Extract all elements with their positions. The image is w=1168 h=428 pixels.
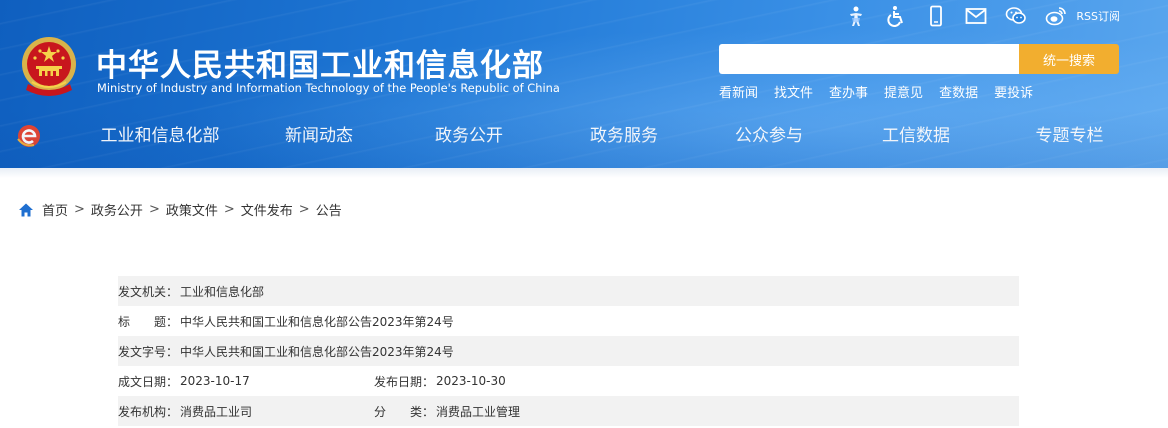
breadcrumb-announcement[interactable]: 公告	[316, 200, 342, 219]
info-row-dates: 成文日期： 2023-10-17 发布日期： 2023-10-30	[118, 366, 1019, 396]
document-info-table: 发文机关： 工业和信息化部 标 题： 中华人民共和国工业和信息化部公告2023年…	[118, 276, 1019, 426]
mail-icon[interactable]	[964, 4, 988, 28]
wheelchair-icon[interactable]	[884, 4, 908, 28]
quick-link-complaint[interactable]: 要投诉	[994, 82, 1033, 101]
nav-item-ministry[interactable]: 工业和信息化部	[60, 117, 260, 155]
issuer-value: 工业和信息化部	[180, 284, 265, 299]
main-navigation: 工业和信息化部 新闻动态 政务公开 政务服务 公众参与 工信数据 专题专栏	[60, 117, 1160, 155]
site-header: 中华人民共和国工业和信息化部 Ministry of Industry and …	[0, 0, 1168, 168]
created-date-value: 2023-10-17	[180, 374, 250, 388]
created-date-label: 成文日期：	[118, 374, 179, 389]
quick-link-feedback[interactable]: 提意见	[884, 82, 923, 101]
breadcrumb-separator: >	[298, 202, 310, 217]
nav-item-news[interactable]: 新闻动态	[260, 117, 378, 155]
published-date-label: 发布日期：	[374, 374, 435, 389]
mobile-phone-icon[interactable]	[924, 4, 948, 28]
breadcrumb-home[interactable]: 首页	[42, 200, 68, 219]
nav-item-special-topics[interactable]: 专题专栏	[982, 117, 1157, 155]
wechat-icon[interactable]	[1004, 4, 1028, 28]
e-government-logo-icon[interactable]	[16, 123, 42, 149]
quick-links: 看新闻 找文件 查办事 提意见 查数据 要投诉	[719, 82, 1033, 101]
breadcrumb: 首页 > 政务公开 > 政策文件 > 文件发布 > 公告	[18, 200, 342, 219]
header-shadow	[0, 168, 1168, 178]
breadcrumb-separator: >	[148, 202, 160, 217]
breadcrumb-policy-documents[interactable]: 政策文件	[166, 200, 218, 219]
title-label: 标 题：	[118, 314, 179, 329]
issuer-label: 发文机关：	[118, 284, 179, 299]
info-row-org-category: 发布机构： 消费品工业司 分 类： 消费品工业管理	[118, 396, 1019, 426]
breadcrumb-government-affairs[interactable]: 政务公开	[91, 200, 143, 219]
nav-item-public-participation[interactable]: 公众参与	[688, 117, 850, 155]
weibo-icon[interactable]	[1044, 4, 1068, 28]
site-title-cn[interactable]: 中华人民共和国工业和信息化部	[96, 40, 544, 85]
national-emblem-icon[interactable]	[18, 34, 80, 100]
doc-number-value: 中华人民共和国工业和信息化部公告2023年第24号	[180, 344, 454, 359]
rss-subscribe-link[interactable]: RSS订阅	[1076, 8, 1120, 24]
info-row-doc-number: 发文字号： 中华人民共和国工业和信息化部公告2023年第24号	[118, 336, 1019, 366]
breadcrumb-separator: >	[74, 202, 85, 217]
quick-link-data[interactable]: 查数据	[939, 82, 978, 101]
org-label: 发布机构：	[118, 404, 179, 419]
accessibility-figure-icon[interactable]	[844, 4, 868, 28]
search-input[interactable]	[719, 44, 1019, 74]
category-label: 分 类：	[374, 404, 435, 419]
published-date-value: 2023-10-30	[436, 374, 506, 388]
unified-search-button[interactable]: 统一搜索	[1019, 44, 1119, 74]
breadcrumb-separator: >	[223, 202, 235, 217]
nav-item-government-services[interactable]: 政务服务	[560, 117, 688, 155]
nav-item-government-affairs[interactable]: 政务公开	[378, 117, 560, 155]
info-row-title: 标 题： 中华人民共和国工业和信息化部公告2023年第24号	[118, 306, 1019, 336]
org-value: 消费品工业司	[180, 404, 253, 419]
doc-number-label: 发文字号：	[118, 344, 179, 359]
info-row-issuer: 发文机关： 工业和信息化部	[118, 276, 1019, 306]
home-icon	[19, 203, 33, 216]
quick-link-news[interactable]: 看新闻	[719, 82, 758, 101]
top-utility-bar: RSS订阅	[844, 4, 1120, 28]
breadcrumb-document-release[interactable]: 文件发布	[241, 200, 293, 219]
quick-link-documents[interactable]: 找文件	[774, 82, 813, 101]
site-title-en: Ministry of Industry and Information Tec…	[97, 81, 560, 95]
category-value: 消费品工业管理	[436, 404, 521, 419]
quick-link-services[interactable]: 查办事	[829, 82, 868, 101]
title-value: 中华人民共和国工业和信息化部公告2023年第24号	[180, 314, 454, 329]
nav-item-industry-data[interactable]: 工信数据	[850, 117, 982, 155]
